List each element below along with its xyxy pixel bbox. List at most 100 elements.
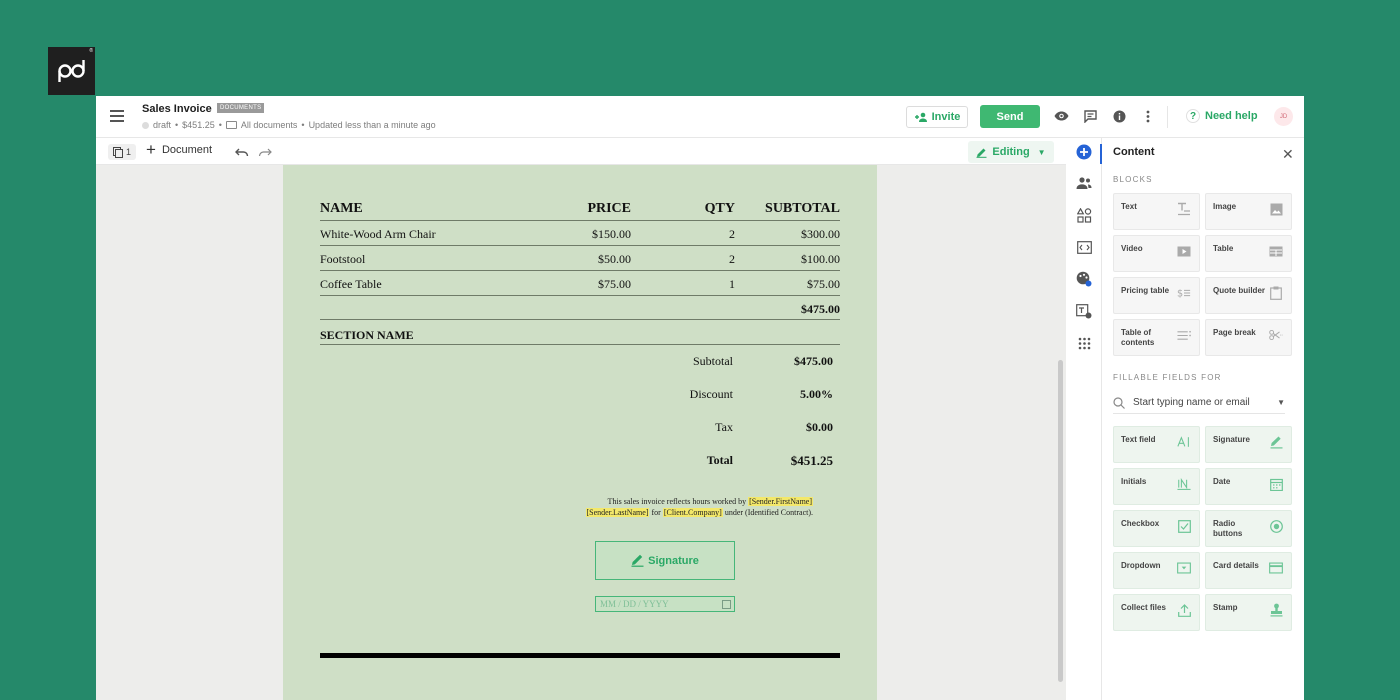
variables-icon[interactable] bbox=[1076, 303, 1092, 319]
design-palette-icon[interactable] bbox=[1076, 271, 1092, 287]
field-checkbox[interactable]: Checkbox bbox=[1113, 510, 1200, 547]
row-subtotal: $100.00 bbox=[801, 252, 840, 266]
recipients-icon[interactable] bbox=[1076, 175, 1092, 191]
pricing-table[interactable]: NAME PRICE QTY SUBTOTAL White-Wood Arm C… bbox=[320, 201, 840, 345]
add-document-button[interactable]: + Document bbox=[146, 141, 212, 158]
text-field-icon bbox=[1177, 435, 1191, 449]
field-stamp[interactable]: Stamp bbox=[1205, 594, 1292, 631]
send-button[interactable]: Send bbox=[980, 105, 1040, 128]
editing-mode-dropdown[interactable]: Editing ▼ bbox=[968, 141, 1054, 163]
field-date[interactable]: Date bbox=[1205, 468, 1292, 505]
canvas-scrollbar[interactable] bbox=[1058, 360, 1063, 682]
field-text-field[interactable]: Text field bbox=[1113, 426, 1200, 463]
discount-label: Discount bbox=[689, 387, 733, 401]
invite-label: Invite bbox=[931, 111, 961, 123]
scissors-icon bbox=[1269, 328, 1283, 342]
block-table[interactable]: Table bbox=[1205, 235, 1292, 272]
need-help-link[interactable]: ? Need help bbox=[1186, 109, 1258, 123]
add-content-icon[interactable] bbox=[1076, 144, 1092, 160]
pages-count: 1 bbox=[125, 147, 131, 157]
pricing-table-icon: $ bbox=[1177, 286, 1191, 300]
field-collect-files[interactable]: Collect files bbox=[1113, 594, 1200, 631]
field-signature[interactable]: Signature bbox=[1205, 426, 1292, 463]
row-price: $150.00 bbox=[592, 227, 631, 241]
tax-row: Tax $0.00 bbox=[633, 420, 833, 453]
column-header-subtotal: SUBTOTAL bbox=[765, 201, 840, 216]
block-label: Pricing table bbox=[1121, 286, 1170, 295]
variable-token[interactable]: [Client.Company] bbox=[662, 508, 723, 517]
field-initials[interactable]: Initials bbox=[1113, 468, 1200, 505]
section-name[interactable]: SECTION NAME bbox=[320, 324, 840, 345]
header-divider bbox=[1167, 106, 1168, 128]
folder-link[interactable]: All documents bbox=[241, 120, 298, 130]
folder-icon bbox=[225, 121, 237, 129]
field-label: Initials bbox=[1121, 477, 1147, 486]
document-meta: draft • $451.25 • All documents • Update… bbox=[142, 120, 436, 130]
signature-field[interactable]: Signature bbox=[595, 541, 735, 580]
apps-grid-icon[interactable] bbox=[1076, 335, 1092, 351]
field-label: Radio buttons bbox=[1213, 519, 1243, 538]
recipient-search-input[interactable]: Start typing name or email ▼ bbox=[1113, 392, 1285, 414]
note-text: for bbox=[651, 508, 661, 517]
panel-title: Content bbox=[1113, 146, 1155, 158]
pen-icon bbox=[631, 554, 644, 567]
column-header-price: PRICE bbox=[587, 201, 631, 216]
redo-icon[interactable] bbox=[258, 146, 272, 158]
pages-button[interactable]: 1 bbox=[108, 144, 136, 160]
search-placeholder: Start typing name or email bbox=[1133, 397, 1250, 408]
user-avatar[interactable]: JD bbox=[1274, 107, 1293, 126]
signature-label: Signature bbox=[648, 554, 699, 567]
block-image[interactable]: Image bbox=[1205, 193, 1292, 230]
field-dropdown[interactable]: Dropdown bbox=[1113, 552, 1200, 589]
date-placeholder: MM / DD / YYYY bbox=[600, 599, 669, 609]
block-video[interactable]: Video bbox=[1113, 235, 1200, 272]
table-row[interactable]: Coffee Table $75.00 1 $75.00 bbox=[320, 271, 840, 296]
variable-token[interactable]: [Sender.LastName] bbox=[585, 508, 650, 517]
calendar-icon bbox=[722, 600, 731, 609]
calendar-icon bbox=[1269, 477, 1283, 491]
date-field[interactable]: MM / DD / YYYY bbox=[595, 596, 735, 612]
info-icon[interactable] bbox=[1111, 108, 1127, 124]
total-value: $451.25 bbox=[790, 453, 833, 468]
close-icon[interactable]: ✕ bbox=[1282, 146, 1294, 163]
block-page-break[interactable]: Page break bbox=[1205, 319, 1292, 356]
more-options-icon[interactable] bbox=[1140, 108, 1156, 124]
tax-value: $0.00 bbox=[806, 420, 833, 434]
row-price: $50.00 bbox=[598, 252, 631, 266]
pencil-icon bbox=[976, 148, 987, 158]
pandadoc-logo: ® bbox=[48, 47, 95, 95]
pages-icon bbox=[112, 146, 123, 158]
shapes-icon[interactable] bbox=[1076, 207, 1092, 223]
chevron-down-icon[interactable]: ▼ bbox=[1277, 398, 1285, 407]
checkbox-icon bbox=[1177, 519, 1191, 533]
blocks-heading: BLOCKS bbox=[1113, 175, 1153, 184]
initials-icon bbox=[1177, 477, 1191, 491]
undo-icon[interactable] bbox=[235, 146, 249, 158]
variable-token[interactable]: [Sender.FirstName] bbox=[748, 497, 813, 506]
hamburger-menu-icon[interactable] bbox=[110, 110, 124, 122]
svg-text:$: $ bbox=[1177, 289, 1183, 300]
block-quote-builder[interactable]: Quote builder bbox=[1205, 277, 1292, 314]
invoice-note[interactable]: This sales invoice reflects hours worked… bbox=[503, 496, 813, 518]
column-header-name: NAME bbox=[320, 201, 363, 216]
row-qty: 2 bbox=[729, 252, 735, 266]
document-title[interactable]: Sales Invoice bbox=[142, 103, 212, 115]
table-row[interactable]: Footstool $50.00 2 $100.00 bbox=[320, 246, 840, 271]
block-table-of-contents[interactable]: Table of contents bbox=[1113, 319, 1200, 356]
comments-icon[interactable] bbox=[1082, 108, 1098, 124]
document-page: NAME PRICE QTY SUBTOTAL White-Wood Arm C… bbox=[283, 165, 877, 700]
top-header: Sales Invoice DOCUMENTS draft • $451.25 … bbox=[96, 96, 1304, 138]
block-pricing-table[interactable]: Pricing table $ bbox=[1113, 277, 1200, 314]
block-text[interactable]: Text bbox=[1113, 193, 1200, 230]
row-subtotal: $75.00 bbox=[807, 277, 840, 291]
editing-label: Editing bbox=[992, 146, 1030, 158]
row-qty: 1 bbox=[729, 277, 735, 291]
field-radio-buttons[interactable]: Radio buttons bbox=[1205, 510, 1292, 547]
table-row[interactable]: White-Wood Arm Chair $150.00 2 $300.00 bbox=[320, 221, 840, 246]
preview-eye-icon[interactable] bbox=[1053, 108, 1069, 124]
subtotal-row: Subtotal $475.00 bbox=[633, 354, 833, 387]
field-card-details[interactable]: Card details bbox=[1205, 552, 1292, 589]
need-help-label: Need help bbox=[1205, 110, 1258, 122]
invite-button[interactable]: Invite bbox=[906, 106, 968, 128]
embed-icon[interactable] bbox=[1076, 239, 1092, 255]
